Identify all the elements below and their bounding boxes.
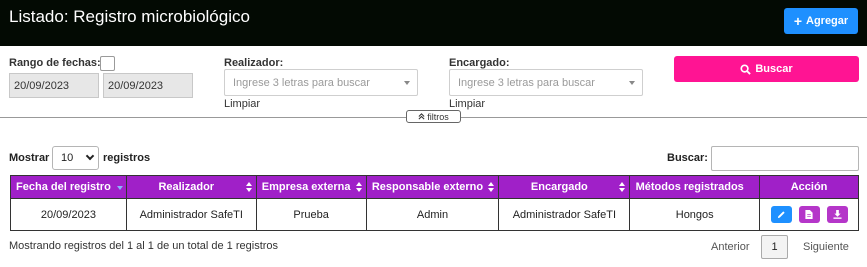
encargado-clear-link[interactable]: Limpiar: [449, 98, 485, 110]
encargado-label: Encargado:: [449, 57, 510, 69]
add-button-label: Agregar: [806, 15, 849, 27]
cell-accion: [759, 198, 859, 231]
sort-icon: [488, 182, 495, 193]
column-header-label: Acción: [790, 181, 828, 193]
page-length-value: 10: [61, 152, 74, 164]
filters-toggle-button[interactable]: filtros: [406, 110, 461, 123]
date-from-field[interactable]: 20/09/2023: [9, 73, 99, 98]
column-header-empresa[interactable]: Empresa externa: [255, 175, 367, 199]
table-info-text: Mostrando registros del 1 al 1 de un tot…: [9, 240, 279, 252]
column-header-label: Métodos registrados: [635, 181, 744, 193]
column-header-label: Empresa externa: [261, 181, 351, 193]
pdf-button[interactable]: [798, 206, 820, 223]
column-header-metodos[interactable]: Métodos registrados: [629, 175, 761, 199]
pagination-previous[interactable]: Anterior: [711, 241, 750, 253]
pagination-page-1[interactable]: 1: [761, 235, 788, 259]
column-header-label: Fecha del registro: [16, 181, 111, 193]
date-range-label: Rango de fechas:: [9, 57, 101, 69]
column-header-label: Realizador: [158, 181, 215, 193]
column-header-label: Encargado: [530, 181, 588, 193]
encargado-select[interactable]: Ingrese 3 letras para buscar: [449, 69, 643, 96]
search-button[interactable]: Buscar: [674, 56, 859, 82]
table-row: 20/09/2023 Administrador SafeTI Prueba A…: [10, 198, 859, 231]
cell-metodos: Hongos: [629, 198, 761, 231]
entries-suffix-label: registros: [103, 152, 151, 164]
column-header-realizador[interactable]: Realizador: [125, 175, 257, 199]
caret-down-icon: [629, 81, 635, 85]
realizador-placeholder: Ingrese 3 letras para buscar: [233, 76, 370, 89]
cell-empresa: Prueba: [255, 198, 367, 231]
page-title: Listado: Registro microbiológico: [9, 7, 250, 26]
column-header-fecha[interactable]: Fecha del registro: [10, 175, 127, 199]
date-range-checkbox[interactable]: [100, 56, 115, 71]
download-button[interactable]: [826, 206, 848, 223]
cell-fecha: 20/09/2023: [10, 198, 127, 231]
records-table: Fecha del registro Realizador Empresa ex…: [10, 175, 859, 231]
date-to-field[interactable]: 20/09/2023: [103, 73, 193, 98]
top-bar: Listado: Registro microbiológico + Agreg…: [0, 0, 867, 46]
sort-icon: [245, 182, 252, 193]
column-header-responsable[interactable]: Responsable externo: [365, 175, 500, 199]
table-search-input[interactable]: [711, 146, 859, 171]
sort-icon: [619, 182, 626, 193]
cell-responsable: Admin: [365, 198, 500, 231]
download-icon: [833, 210, 842, 219]
file-icon: [805, 210, 813, 219]
add-button[interactable]: + Agregar: [784, 8, 858, 34]
table-header-row: Fecha del registro Realizador Empresa ex…: [10, 175, 859, 199]
encargado-placeholder: Ingrese 3 letras para buscar: [458, 76, 595, 89]
double-chevron-up-icon: [418, 113, 425, 120]
caret-down-icon: [404, 81, 410, 85]
cell-encargado: Administrador SafeTI: [498, 198, 631, 231]
search-icon: [740, 63, 752, 75]
realizador-label: Realizador:: [224, 57, 284, 69]
search-button-label: Buscar: [755, 63, 793, 75]
chevron-down-icon: [85, 151, 95, 161]
page-length-select[interactable]: 10: [52, 146, 99, 170]
edit-button[interactable]: [770, 206, 792, 223]
sort-icon: [355, 182, 362, 193]
column-header-accion: Acción: [759, 175, 859, 199]
realizador-select[interactable]: Ingrese 3 letras para buscar: [224, 69, 418, 96]
pagination-next[interactable]: Siguiente: [803, 241, 849, 253]
column-header-label: Responsable externo: [371, 181, 484, 193]
cell-realizador: Administrador SafeTI: [125, 198, 257, 231]
column-header-encargado[interactable]: Encargado: [498, 175, 631, 199]
realizador-clear-link[interactable]: Limpiar: [224, 98, 260, 110]
show-entries-label: Mostrar: [9, 152, 50, 164]
pencil-icon: [777, 211, 785, 219]
filters-toggle-label: filtros: [427, 111, 449, 122]
plus-icon: +: [793, 13, 802, 29]
sort-desc-icon: [116, 186, 123, 190]
table-search-label: Buscar:: [667, 152, 708, 164]
